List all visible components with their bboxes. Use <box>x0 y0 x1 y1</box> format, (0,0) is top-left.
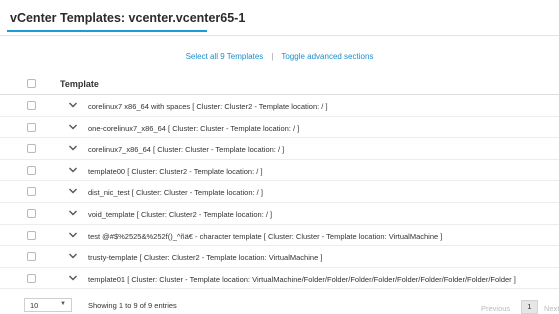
chevron-down-icon[interactable] <box>67 184 79 198</box>
table-row: test @#$%2525&%252f()_^ñä€ - character t… <box>0 225 559 247</box>
chevron-down-icon[interactable] <box>67 120 79 134</box>
chevron-down-icon: ▼ <box>60 301 66 307</box>
entries-info: Showing 1 to 9 of 9 entries <box>88 301 177 310</box>
table-actions: Select all 9 Templates | Toggle advanced s… <box>0 52 559 61</box>
table-footer: 10 ▼ Showing 1 to 9 of 9 entries Previou… <box>0 298 559 314</box>
table-row: corelinux7 x86_64 with spaces [ Cluster:… <box>0 95 559 117</box>
page-header: vCenter Templates: vcenter.vcenter65-1 <box>0 0 559 36</box>
row-checkbox[interactable] <box>27 230 36 240</box>
template-name: trusty-template [ Cluster: Cluster2 - Te… <box>88 253 323 263</box>
toggle-advanced-link[interactable]: Toggle advanced sections <box>281 52 373 61</box>
row-checkbox[interactable] <box>27 187 36 197</box>
table-row: dist_nic_test [ Cluster: Cluster - Templ… <box>0 181 559 203</box>
template-name: test @#$%2525&%252f()_^ñä€ - character t… <box>88 231 443 241</box>
template-name: void_template [ Cluster: Cluster2 - Temp… <box>88 209 273 219</box>
table-header-row: Template <box>0 73 559 95</box>
row-checkbox[interactable] <box>27 101 36 110</box>
table-row: template01 [ Cluster: Cluster - Template… <box>0 268 559 290</box>
chevron-down-icon[interactable] <box>67 163 79 177</box>
template-name: corelinux7 x86_64 with spaces [ Cluster:… <box>88 102 328 111</box>
chevron-down-icon[interactable] <box>67 141 79 155</box>
row-checkbox[interactable] <box>27 273 36 283</box>
chevron-down-icon[interactable] <box>67 249 79 263</box>
chevron-down-icon[interactable] <box>67 98 79 112</box>
template-name: dist_nic_test [ Cluster: Cluster - Templ… <box>88 188 263 198</box>
template-name: one-corelinux7_x86_64 [ Cluster: Cluster… <box>88 123 300 133</box>
templates-table: Template corelinux7 x86_64 with spaces [… <box>0 73 559 290</box>
title-underline <box>7 30 207 32</box>
chevron-down-icon[interactable] <box>67 228 79 242</box>
chevron-down-icon[interactable] <box>67 271 79 285</box>
table-row: trusty-template [ Cluster: Cluster2 - Te… <box>0 246 559 268</box>
table-row: one-corelinux7_x86_64 [ Cluster: Cluster… <box>0 117 559 139</box>
row-checkbox[interactable] <box>27 122 36 132</box>
template-name: template00 [ Cluster: Cluster2 - Templat… <box>88 166 263 176</box>
row-checkbox[interactable] <box>27 144 36 154</box>
page-size-value: 10 <box>30 301 39 310</box>
chevron-down-icon[interactable] <box>67 206 79 220</box>
select-all-checkbox[interactable] <box>27 79 36 88</box>
page-title: vCenter Templates: vcenter.vcenter65-1 <box>10 11 246 25</box>
template-name: template01 [ Cluster: Cluster - Template… <box>88 274 516 284</box>
row-checkbox[interactable] <box>27 165 36 175</box>
table-row: corelinux7_x86_64 [ Cluster: Cluster - T… <box>0 138 559 160</box>
template-name: corelinux7_x86_64 [ Cluster: Cluster - T… <box>88 145 285 155</box>
select-all-link[interactable]: Select all 9 Templates <box>186 52 264 61</box>
row-checkbox[interactable] <box>27 208 36 218</box>
table-row: void_template [ Cluster: Cluster2 - Temp… <box>0 203 559 225</box>
page-size-select[interactable]: 10 ▼ <box>24 298 72 312</box>
table-row: template00 [ Cluster: Cluster2 - Templat… <box>0 160 559 182</box>
actions-separator: | <box>271 52 274 61</box>
row-checkbox[interactable] <box>27 252 36 262</box>
column-header-template[interactable]: Template <box>60 79 99 89</box>
